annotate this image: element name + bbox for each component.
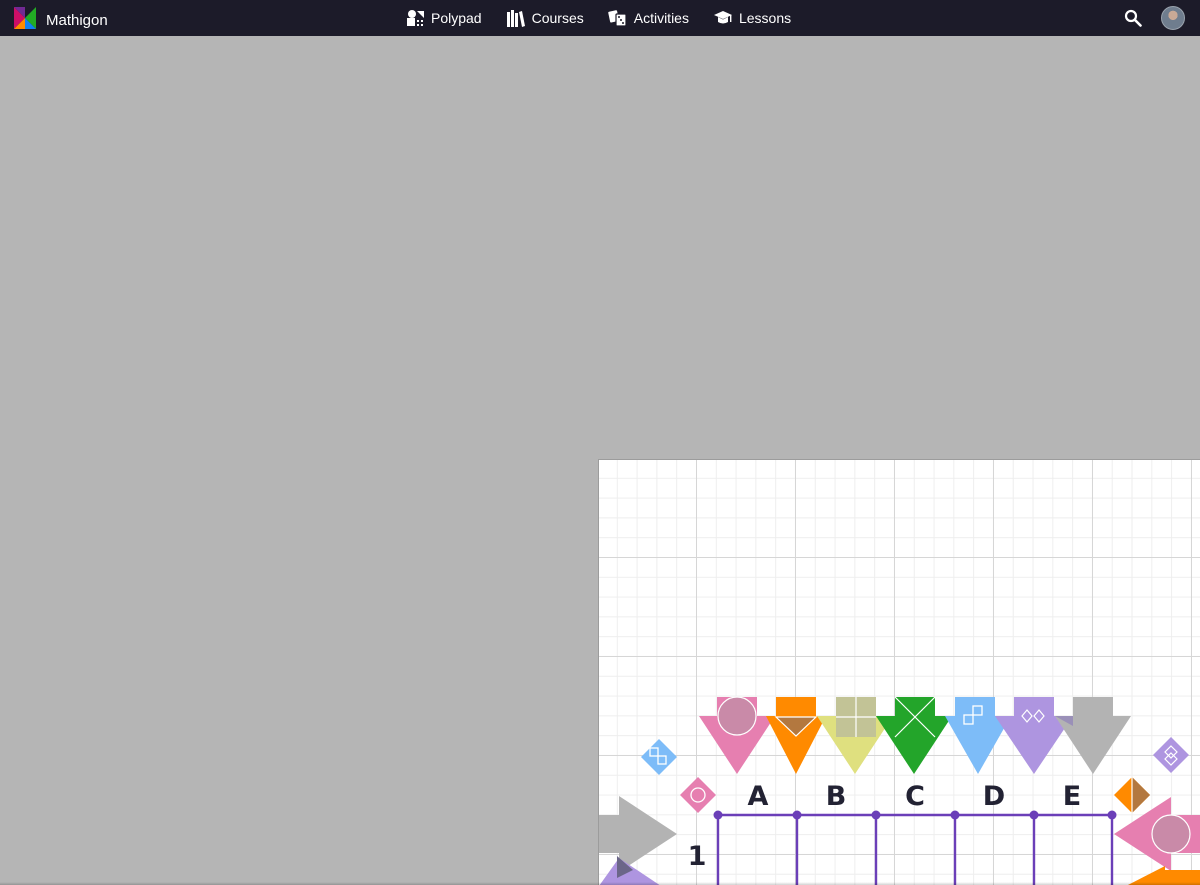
search-icon	[1124, 9, 1142, 31]
green-arrow-tile[interactable]	[876, 696, 952, 774]
canvas-shapes: A B C D E 1	[599, 696, 1200, 885]
avatar-icon[interactable]	[1161, 6, 1185, 30]
search-button[interactable]	[1124, 9, 1142, 32]
nav-courses[interactable]: Courses	[506, 9, 584, 27]
polypad-icon	[405, 9, 425, 27]
activities-icon	[607, 9, 628, 27]
pink-arrow-right-tile[interactable]	[1114, 797, 1200, 871]
nav-lessons-label: Lessons	[738, 10, 792, 26]
gray-arrow-left[interactable]	[599, 796, 677, 872]
courses-icon	[506, 9, 526, 27]
gray-arrow-tile[interactable]	[1055, 697, 1131, 774]
brand[interactable]: Mathigon	[14, 7, 108, 34]
top-navigation-bar: Mathigon Polypad Courses Activities Less…	[0, 0, 1200, 36]
nav-polypad[interactable]: Polypad	[405, 9, 482, 27]
nav-activities-label: Activities	[633, 10, 689, 26]
column-label-d: D	[983, 781, 1005, 812]
app-name: Mathigon	[46, 12, 108, 29]
blue-arrow-tile[interactable]	[945, 697, 1011, 774]
nav-lessons[interactable]: Lessons	[713, 9, 791, 27]
mathigon-logo-icon	[14, 7, 36, 34]
main-nav: Polypad Courses Activities Lessons	[405, 0, 791, 36]
orange-arrow-tile[interactable]	[766, 697, 826, 774]
column-label-e: E	[1063, 781, 1081, 812]
orange-rhombus-tile[interactable]	[1114, 777, 1150, 813]
pink-rhombus-tile[interactable]	[680, 777, 716, 813]
lessons-icon	[713, 9, 733, 27]
blue-rhombus-tile[interactable]	[641, 739, 677, 775]
polypad-canvas[interactable]: A B C D E 1	[598, 459, 1200, 885]
column-label-c: C	[905, 781, 925, 812]
purple-rhombus-tile[interactable]	[1153, 737, 1189, 773]
yellow-arrow-tile[interactable]	[817, 697, 893, 774]
purple-grid	[716, 813, 1114, 885]
nav-polypad-label: Polypad	[431, 10, 482, 26]
column-label-a: A	[748, 781, 769, 812]
row-label-1: 1	[688, 841, 707, 872]
pink-arrow-tile[interactable]	[699, 696, 775, 774]
purple-arrow-tile[interactable]	[995, 697, 1073, 774]
column-label-b: B	[826, 781, 847, 812]
nav-courses-label: Courses	[531, 10, 584, 26]
nav-activities[interactable]: Activities	[607, 9, 689, 27]
